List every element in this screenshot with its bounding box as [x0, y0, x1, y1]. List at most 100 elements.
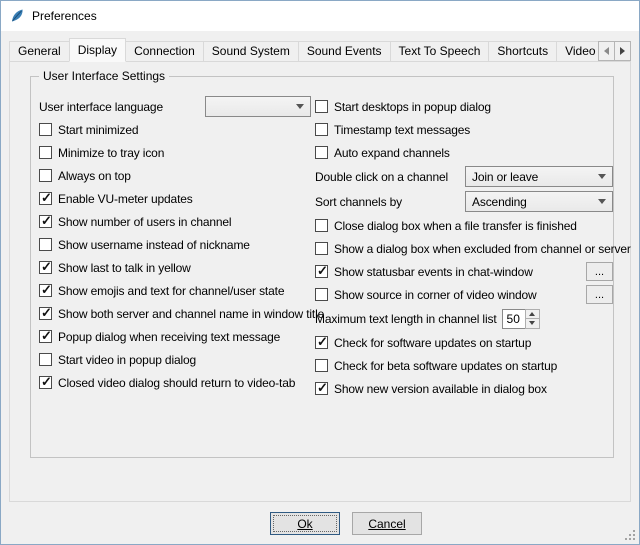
tab-shortcuts[interactable]: Shortcuts: [488, 41, 557, 62]
checkbox-vu-meter-updates[interactable]: Enable VU-meter updates: [39, 187, 311, 210]
tab-connection[interactable]: Connection: [125, 41, 204, 62]
language-label: User interface language: [39, 100, 163, 114]
tab-general[interactable]: General: [9, 41, 70, 62]
statusbar-events-config-button[interactable]: ...: [586, 262, 613, 281]
checkbox-box: [315, 219, 328, 232]
checkbox-box: [39, 238, 52, 251]
checkbox-box: [39, 169, 52, 182]
checkbox-box: [315, 242, 328, 255]
double-click-combobox[interactable]: Join or leave: [465, 166, 613, 187]
checkbox-label: Closed video dialog should return to vid…: [58, 376, 295, 390]
language-combobox[interactable]: [205, 96, 311, 117]
tab-page-display: User Interface Settings User interface l…: [9, 61, 631, 502]
checkbox-label: Popup dialog when receiving text message: [58, 330, 280, 344]
resize-grip[interactable]: [623, 528, 636, 541]
chevron-down-icon: [296, 104, 304, 109]
checkbox-box: [315, 265, 328, 278]
tab-text-to-speech[interactable]: Text To Speech: [390, 41, 490, 62]
sort-channels-combobox[interactable]: Ascending: [465, 191, 613, 212]
checkbox-box: [39, 376, 52, 389]
checkbox-auto-expand-channels[interactable]: Auto expand channels: [315, 141, 613, 164]
checkbox-label: Show username instead of nickname: [58, 238, 250, 252]
checkbox-box: [315, 123, 328, 136]
double-click-label: Double click on a channel: [315, 170, 448, 184]
checkbox-label: Check for software updates on startup: [334, 336, 531, 350]
left-column: User interface language Start minimized …: [39, 95, 311, 394]
checkbox-timestamp-messages[interactable]: Timestamp text messages: [315, 118, 613, 141]
sort-channels-label: Sort channels by: [315, 195, 402, 209]
checkbox-server-channel-in-title[interactable]: Show both server and channel name in win…: [39, 302, 311, 325]
titlebar: Preferences: [1, 1, 639, 31]
checkbox-box: [39, 123, 52, 136]
checkbox-show-emojis[interactable]: Show emojis and text for channel/user st…: [39, 279, 311, 302]
video-source-config-button[interactable]: ...: [586, 285, 613, 304]
checkbox-box: [39, 330, 52, 343]
checkbox-label: Show both server and channel name in win…: [58, 307, 324, 321]
language-row: User interface language: [39, 95, 311, 118]
checkbox-popup-on-text-message[interactable]: Popup dialog when receiving text message: [39, 325, 311, 348]
checkbox-box: [39, 261, 52, 274]
checkbox-minimize-to-tray[interactable]: Minimize to tray icon: [39, 141, 311, 164]
checkbox-label: Show a dialog box when excluded from cha…: [334, 242, 631, 256]
tab-scroll-left-button[interactable]: [598, 41, 615, 61]
checkbox-label: Start minimized: [58, 123, 138, 137]
checkbox-show-user-count[interactable]: Show number of users in channel: [39, 210, 311, 233]
checkbox-dialog-when-excluded[interactable]: Show a dialog box when excluded from cha…: [315, 237, 613, 260]
checkbox-label: Show new version available in dialog box: [334, 382, 547, 396]
checkbox-video-source-corner[interactable]: Show source in corner of video window ..…: [315, 283, 613, 306]
max-text-length-spinner[interactable]: 50: [502, 309, 540, 329]
double-click-value: Join or leave: [472, 170, 592, 184]
spinner-buttons: [525, 309, 540, 329]
checkbox-label: Always on top: [58, 169, 131, 183]
tab-scroll-control: [598, 41, 631, 61]
checkbox-box: [39, 146, 52, 159]
user-interface-settings-group: User Interface Settings User interface l…: [30, 76, 614, 458]
max-text-length-value[interactable]: 50: [502, 309, 526, 329]
checkbox-always-on-top[interactable]: Always on top: [39, 164, 311, 187]
double-click-row: Double click on a channel Join or leave: [315, 164, 613, 189]
tab-bar: General Display Connection Sound System …: [9, 38, 631, 62]
checkbox-desktops-popup[interactable]: Start desktops in popup dialog: [315, 95, 613, 118]
cancel-button-label: Cancel: [368, 517, 405, 531]
arrow-left-icon: [604, 47, 609, 55]
checkbox-label: Show statusbar events in chat-window: [334, 265, 533, 279]
tab-sound-events[interactable]: Sound Events: [298, 41, 391, 62]
checkbox-closed-video-return[interactable]: Closed video dialog should return to vid…: [39, 371, 311, 394]
tab-scroll-right-button[interactable]: [614, 41, 631, 61]
checkbox-show-username[interactable]: Show username instead of nickname: [39, 233, 311, 256]
checkbox-start-minimized[interactable]: Start minimized: [39, 118, 311, 141]
app-feather-icon: [9, 8, 25, 24]
checkbox-label: Minimize to tray icon: [58, 146, 164, 160]
preferences-window: Preferences General Display Connection S…: [0, 0, 640, 545]
checkbox-box: [39, 307, 52, 320]
chevron-down-icon: [598, 199, 606, 204]
checkbox-label: Close dialog box when a file transfer is…: [334, 219, 577, 233]
checkbox-box: [315, 146, 328, 159]
checkbox-last-to-talk-yellow[interactable]: Show last to talk in yellow: [39, 256, 311, 279]
ok-button[interactable]: Ok: [270, 512, 340, 535]
max-text-length-label: Maximum text length in channel list: [315, 312, 497, 326]
checkbox-box: [39, 215, 52, 228]
checkbox-video-popup-dialog[interactable]: Start video in popup dialog: [39, 348, 311, 371]
checkbox-check-updates[interactable]: Check for software updates on startup: [315, 331, 613, 354]
arrow-up-icon: [529, 312, 535, 316]
spin-down-button[interactable]: [525, 318, 540, 329]
ok-button-label: Ok: [297, 517, 312, 531]
tab-sound-system[interactable]: Sound System: [203, 41, 299, 62]
arrow-right-icon: [620, 47, 625, 55]
checkbox-label: Show source in corner of video window: [334, 288, 537, 302]
tab-display[interactable]: Display: [69, 38, 126, 62]
checkbox-new-version-dialog[interactable]: Show new version available in dialog box: [315, 377, 613, 400]
checkbox-close-on-transfer-finished[interactable]: Close dialog box when a file transfer is…: [315, 214, 613, 237]
checkbox-label: Timestamp text messages: [334, 123, 470, 137]
right-column: Start desktops in popup dialog Timestamp…: [315, 95, 613, 400]
checkbox-box: [315, 288, 328, 301]
checkbox-check-beta-updates[interactable]: Check for beta software updates on start…: [315, 354, 613, 377]
checkbox-label: Check for beta software updates on start…: [334, 359, 557, 373]
checkbox-statusbar-events[interactable]: Show statusbar events in chat-window ...: [315, 260, 613, 283]
checkbox-box: [315, 359, 328, 372]
checkbox-box: [315, 100, 328, 113]
cancel-button[interactable]: Cancel: [352, 512, 422, 535]
checkbox-label: Auto expand channels: [334, 146, 450, 160]
checkbox-box: [39, 192, 52, 205]
